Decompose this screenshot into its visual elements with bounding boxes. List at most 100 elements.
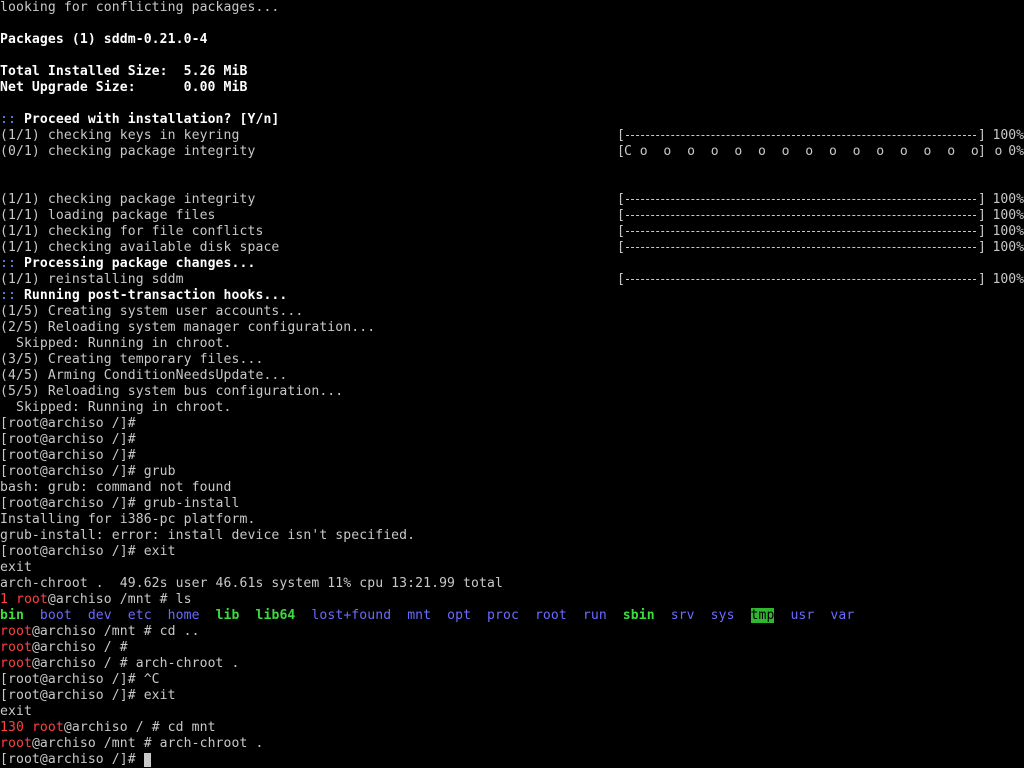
terminal-text-segment: @archiso /mnt # cd ..	[31, 624, 200, 639]
progress-percent: 0%	[1008, 144, 1024, 159]
terminal-text-segment: @archiso / #	[31, 640, 128, 655]
terminal-text-segment: arch-chroot . 49.62s user 46.61s system …	[0, 576, 503, 591]
progress-bracket-left: [	[617, 128, 625, 143]
terminal-text-segment: [root@archiso /]# grub-install	[0, 496, 240, 511]
terminal-line: Skipped: Running in chroot.	[0, 400, 232, 416]
terminal-text-segment: Skipped: Running in chroot.	[0, 336, 232, 351]
terminal-text-segment: grub-install: error: install device isn'…	[0, 528, 416, 543]
terminal-line: bash: grub: command not found	[0, 480, 232, 496]
terminal-text-segment: @archiso /mnt # arch-chroot .	[31, 736, 264, 751]
terminal-console[interactable]: looking for conflicting packages... Packa…	[0, 0, 1024, 768]
terminal-text-segment: dev	[87, 608, 112, 623]
progress-fill	[626, 199, 976, 201]
progress-fill	[626, 231, 976, 233]
terminal-text-segment: sys	[710, 608, 735, 623]
progress-bracket-left: [	[617, 208, 625, 223]
terminal-text-segment: boot	[39, 608, 72, 623]
terminal-text-segment: exit	[0, 704, 32, 719]
terminal-line: [root@archiso /]# grub-install	[0, 496, 240, 512]
terminal-text-segment: exit	[0, 560, 32, 575]
terminal-text-segment: root	[0, 624, 32, 639]
terminal-text-segment: [root@archiso /]# ^C	[0, 672, 160, 687]
terminal-text-segment: lib	[215, 608, 240, 623]
progress-fill	[626, 215, 976, 217]
terminal-text-segment: run	[582, 608, 607, 623]
terminal-line: [root@archiso /]#	[0, 752, 151, 768]
terminal-line: (4/5) Arming ConditionNeedsUpdate...	[0, 368, 287, 384]
terminal-text-segment: (5/5) Reloading system bus configuration…	[0, 384, 344, 399]
terminal-text-segment: ::	[0, 112, 24, 127]
terminal-text-segment: var	[830, 608, 855, 623]
terminal-text-segment: usr	[790, 608, 815, 623]
terminal-line: grub-install: error: install device isn'…	[0, 528, 415, 544]
terminal-line: Total Installed Size: 5.26 MiB	[0, 64, 247, 80]
terminal-text-segment: [root@archiso /]#	[0, 448, 136, 463]
terminal-text-segment: mnt	[407, 608, 432, 623]
progress-percent: 100%	[992, 192, 1024, 207]
terminal-line: (2/5) Reloading system manager configura…	[0, 320, 375, 336]
progress-bar: [] 100%	[0, 240, 1024, 256]
progress-fill	[626, 279, 976, 281]
progress-pacman: C o o o o o o o o o o o o o o o o	[624, 144, 1003, 159]
terminal-text-segment: Skipped: Running in chroot.	[0, 400, 232, 415]
terminal-text-segment: Proceed with installation? [Y/n]	[23, 112, 280, 127]
terminal-line: (3/5) Creating temporary files...	[0, 352, 263, 368]
terminal-text-segment: etc	[127, 608, 152, 623]
terminal-text-segment: tmp	[750, 608, 775, 623]
progress-percent: 100%	[992, 128, 1024, 143]
terminal-text-segment: (4/5) Arming ConditionNeedsUpdate...	[0, 368, 288, 383]
terminal-line: (1/5) Creating system user accounts...	[0, 304, 303, 320]
progress-percent: 100%	[992, 272, 1024, 287]
terminal-text-segment: [root@archiso /]# grub	[0, 464, 176, 479]
terminal-text-segment: 130	[0, 720, 32, 735]
terminal-text-segment: bash: grub: command not found	[0, 480, 232, 495]
terminal-text-segment: opt	[447, 608, 472, 623]
terminal-line: Net Upgrade Size: 0.00 MiB	[0, 80, 247, 96]
progress-bracket-left: [	[617, 272, 625, 287]
terminal-line: [root@archiso /]# grub	[0, 464, 176, 480]
terminal-text-segment: Net Upgrade Size: 0.00 MiB	[0, 80, 248, 95]
terminal-text-segment: root	[31, 720, 64, 735]
terminal-line: :: Proceed with installation? [Y/n]	[0, 112, 279, 128]
terminal-text-segment: Processing package changes...	[23, 256, 256, 271]
terminal-text-segment: proc	[487, 608, 519, 623]
terminal-line: exit	[0, 704, 32, 720]
terminal-text-segment: lost+found	[311, 608, 392, 623]
terminal-text-segment: [root@archiso /]# exit	[0, 544, 176, 559]
terminal-text-segment: home	[167, 608, 200, 623]
terminal-text-segment: @archiso / # cd mnt	[63, 720, 216, 735]
terminal-text-segment: [root@archiso /]# exit	[0, 688, 176, 703]
progress-bar: [] 100%	[0, 272, 1024, 288]
progress-bar: [] 100%	[0, 128, 1024, 144]
terminal-line: root@archiso / # arch-chroot .	[0, 656, 240, 672]
progress-bar: [] 100%	[0, 224, 1024, 240]
terminal-text-segment: root	[15, 592, 48, 607]
terminal-line: looking for conflicting packages...	[0, 0, 279, 16]
terminal-text-segment: [root@archiso /]#	[0, 432, 136, 447]
terminal-line: root@archiso / #	[0, 640, 128, 656]
text-cursor	[143, 753, 151, 767]
terminal-line: [root@archiso /]#	[0, 448, 136, 464]
progress-fill	[626, 135, 976, 137]
terminal-line: Skipped: Running in chroot.	[0, 336, 232, 352]
progress-bar: [] 100%	[0, 208, 1024, 224]
progress-fill	[626, 247, 976, 249]
terminal-line: [root@archiso /]# exit	[0, 544, 176, 560]
terminal-text-segment: root	[534, 608, 567, 623]
